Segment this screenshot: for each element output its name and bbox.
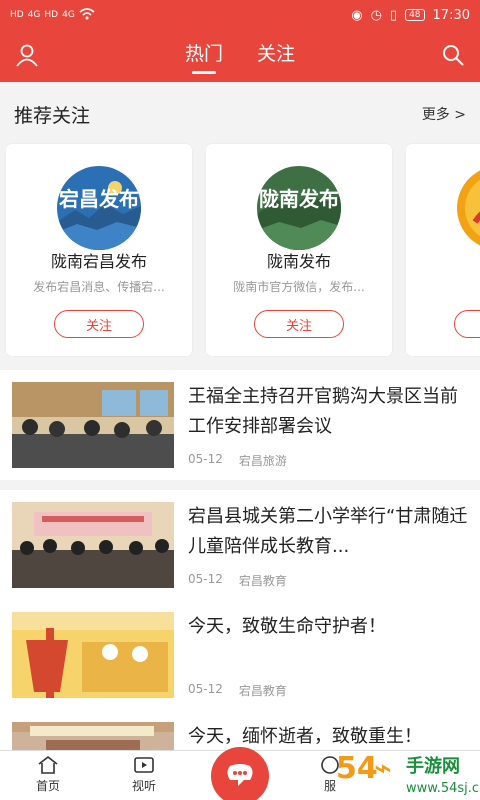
account-name: 陇南发布 <box>266 252 331 271</box>
status-4g-1: 4G <box>27 10 41 20</box>
news-item[interactable]: 今天，致敬生命守护者！ 05-12 宕昌教育 <box>0 600 480 710</box>
home-icon <box>38 755 58 774</box>
news-meta: 05-12 宕昌旅游 <box>188 452 287 469</box>
recommend-section: 推荐关注 更多 > 宕昌发布 陇南宕昌发布 发布宕昌消息、传播宕... 关注 陇… <box>0 82 480 370</box>
svg-text:www.54sj.cn: www.54sj.cn <box>406 781 480 796</box>
top-header: 热门 关注 <box>0 30 480 82</box>
news-list: 王福全主持召开官鹅沟大景区当前工作安排部署会议 05-12 宕昌旅游 宕昌县城关… <box>0 370 480 762</box>
nav-home[interactable]: 首页 <box>18 755 78 794</box>
news-meta: 05-12 宕昌教育 <box>188 682 287 699</box>
chat-icon <box>227 764 253 786</box>
news-item[interactable]: 今天，缅怀逝者，致敬重生！ <box>0 710 480 762</box>
news-item[interactable]: 王福全主持召开官鹅沟大景区当前工作安排部署会议 05-12 宕昌旅游 <box>0 370 480 480</box>
account-name: 宕昌 <box>406 248 480 272</box>
account-logo: 陇南发布 <box>257 166 341 250</box>
account-desc: 党政 <box>414 278 480 295</box>
alarm-icon: ◷ <box>370 7 382 23</box>
account-desc: 发布宕昌消息、传播宕... <box>33 280 165 294</box>
vibrate-icon: ▯ <box>389 7 398 23</box>
tab-follow[interactable]: 关注 <box>257 39 295 74</box>
tab-hot[interactable]: 热门 <box>185 39 223 74</box>
follow-button[interactable]: 关注 <box>454 310 480 338</box>
nav-home-label: 首页 <box>35 779 60 793</box>
news-item[interactable]: 宕昌县城关第二小学举行“甘肃随迁儿童陪伴成长教育... 05-12 宕昌教育 <box>0 490 480 600</box>
eye-icon: ◉ <box>351 7 363 23</box>
svg-text:⌁: ⌁ <box>374 751 392 786</box>
news-title: 王福全主持召开官鹅沟大景区当前工作安排部署会议 <box>188 386 458 437</box>
nav-video-label: 视听 <box>131 779 156 793</box>
status-hd-1: HD <box>10 10 24 20</box>
site-watermark: 54 ⌁ 手游网 www.54sj.cn <box>330 748 480 800</box>
svg-text:手游网: 手游网 <box>406 755 460 777</box>
account-card[interactable]: 陇南发布 陇南发布 陇南市官方微信，发布... 关注 <box>206 144 392 356</box>
recommend-cards: 宕昌发布 陇南宕昌发布 发布宕昌消息、传播宕... 关注 陇南发布 陇南发布 陇… <box>6 144 480 358</box>
status-hd-2: HD <box>44 10 59 20</box>
account-card[interactable]: 宕昌发布 陇南宕昌发布 发布宕昌消息、传播宕... 关注 <box>6 144 192 356</box>
account-logo-text: 陇南发布 <box>259 187 339 211</box>
news-title: 今天，致敬生命守护者！ <box>188 616 386 637</box>
news-date: 05-12 <box>188 452 223 466</box>
nav-video[interactable]: 视听 <box>114 755 174 794</box>
account-logo-text: 宕昌发布 <box>59 187 139 211</box>
wifi-icon <box>79 7 95 23</box>
battery-level: 48 <box>405 9 425 21</box>
news-source: 宕昌旅游 <box>238 454 287 468</box>
follow-button[interactable]: 关注 <box>54 310 144 338</box>
top-tabs: 热门 关注 <box>185 39 295 74</box>
news-thumbnail <box>12 382 174 468</box>
account-name: 陇南宕昌发布 <box>50 252 147 271</box>
recommend-header: 推荐关注 更多 > <box>0 82 480 146</box>
video-icon <box>134 757 154 773</box>
account-logo: 宕昌发布 <box>57 166 141 250</box>
news-title: 宕昌县城关第二小学举行“甘肃随迁儿童陪伴成长教育... <box>188 506 468 557</box>
status-right: ◉ ◷ ▯ 48 17:30 <box>351 8 470 23</box>
search-icon[interactable] <box>440 42 466 68</box>
follow-button[interactable]: 关注 <box>254 310 344 338</box>
news-date: 05-12 <box>188 572 223 586</box>
svg-text:54: 54 <box>336 751 378 786</box>
news-thumbnail <box>12 502 174 588</box>
user-icon[interactable] <box>14 42 40 68</box>
account-logo <box>457 166 480 250</box>
news-source: 宕昌教育 <box>238 574 287 588</box>
news-date: 05-12 <box>188 682 223 696</box>
status-time: 17:30 <box>432 7 470 23</box>
news-meta: 05-12 宕昌教育 <box>188 572 287 589</box>
account-desc: 陇南市官方微信，发布... <box>233 280 365 294</box>
recommend-title: 推荐关注 <box>14 104 91 127</box>
status-left: HD 4G HD 4G <box>10 7 95 23</box>
more-link[interactable]: 更多 > <box>422 104 466 124</box>
status-bar: HD 4G HD 4G ◉ ◷ ▯ 48 17:30 <box>0 0 480 30</box>
app-screen: HD 4G HD 4G ◉ ◷ ▯ 48 17:30 热门 关注 推荐关注 更多… <box>0 0 480 800</box>
news-source: 宕昌教育 <box>238 684 287 698</box>
status-4g-2: 4G <box>62 10 75 20</box>
news-thumbnail <box>12 612 174 698</box>
chat-button[interactable] <box>211 747 269 800</box>
account-card[interactable]: 宕昌 党政 关注 <box>406 144 480 356</box>
bottom-nav: 首页 视听 服 54 ⌁ 手游网 www.54sj.cn <box>0 747 480 800</box>
